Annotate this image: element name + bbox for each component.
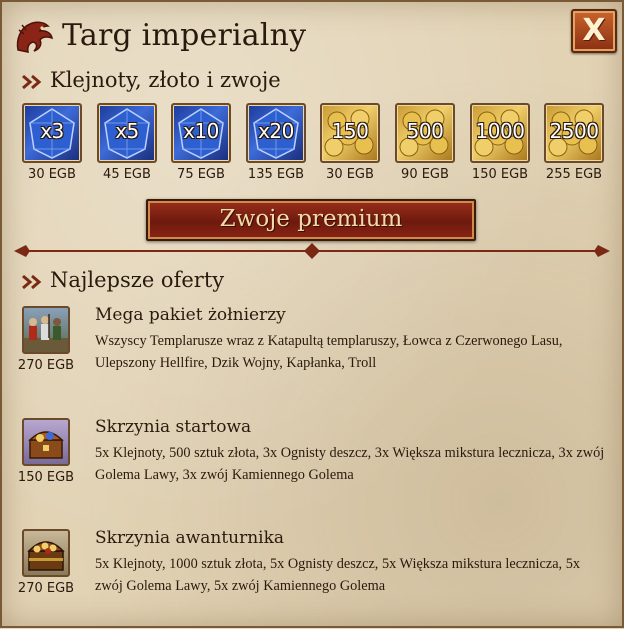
gold-coins-icon: 1000 (470, 103, 530, 163)
offer-title: Mega pakiet żołnierzy (95, 305, 286, 325)
item-quantity: x10 (183, 119, 219, 143)
gold-pack-item[interactable]: 150 30 EGB (320, 103, 380, 185)
gem-icon: x10 (171, 103, 231, 163)
item-quantity: x20 (258, 119, 294, 143)
item-price: 30 EGB (326, 167, 374, 182)
gold-pack-item[interactable]: 500 90 EGB (395, 103, 455, 185)
item-quantity: 1000 (475, 119, 525, 143)
offer-starter-chest[interactable]: 150 EGB Skrzynia startowa 5x Klejnoty, 5… (18, 417, 612, 518)
gem-icon: x5 (97, 103, 157, 163)
item-quantity: 2500 (549, 119, 599, 143)
item-price: 45 EGB (103, 167, 151, 182)
offer-title: Skrzynia startowa (95, 417, 252, 437)
offer-price: 270 EGB (17, 581, 75, 596)
treasure-chest-icon (22, 529, 70, 577)
offer-price: 150 EGB (17, 470, 75, 485)
offer-description: 5x Klejnoty, 500 sztuk złota, 3x Ognisty… (95, 445, 605, 483)
item-price: 135 EGB (247, 167, 305, 182)
gem-pack-item[interactable]: x5 45 EGB (97, 103, 157, 185)
offer-description: Wszyscy Templarusze wraz z Katapultą tem… (95, 333, 563, 371)
offer-description: 5x Klejnoty, 1000 sztuk złota, 5x Ognist… (95, 556, 580, 594)
gold-coins-icon: 500 (395, 103, 455, 163)
gold-coins-icon: 2500 (544, 103, 604, 163)
window-header: Targ imperialny (10, 12, 570, 60)
window-title: Targ imperialny (62, 18, 307, 53)
item-price: 150 EGB (471, 167, 529, 182)
double-chevron-icon (22, 274, 42, 290)
section-currency-label: Klejnoty, złoto i zwoje (50, 68, 281, 92)
item-quantity: x3 (40, 119, 64, 143)
gem-icon: x20 (246, 103, 306, 163)
offer-price: 270 EGB (17, 358, 75, 373)
chest-icon (22, 418, 70, 466)
ornament-divider (14, 243, 610, 259)
soldiers-icon (22, 306, 70, 354)
item-price: 75 EGB (177, 167, 225, 182)
item-quantity: x5 (115, 119, 139, 143)
gem-pack-item[interactable]: x10 75 EGB (171, 103, 231, 185)
dragon-emblem-icon (16, 21, 54, 53)
offer-adventurer-chest[interactable]: 270 EGB Skrzynia awanturnika 5x Klejnoty… (18, 528, 612, 629)
item-price: 255 EGB (545, 167, 603, 182)
item-quantity: 500 (406, 119, 444, 143)
item-price: 90 EGB (401, 167, 449, 182)
close-button[interactable]: X (571, 9, 617, 53)
item-price: 30 EGB (28, 167, 76, 182)
gold-pack-item[interactable]: 2500 255 EGB (544, 103, 604, 185)
double-chevron-icon (22, 74, 42, 90)
section-offers-label: Najlepsze oferty (50, 268, 225, 292)
close-icon: X (582, 13, 606, 48)
gold-coins-icon: 150 (320, 103, 380, 163)
premium-scrolls-button[interactable]: Zwoje premium (146, 199, 476, 241)
premium-scrolls-label: Zwoje premium (219, 206, 403, 232)
offer-title: Skrzynia awanturnika (95, 528, 285, 548)
gold-pack-item[interactable]: 1000 150 EGB (470, 103, 530, 185)
gem-icon: x3 (22, 103, 82, 163)
item-quantity: 150 (331, 119, 369, 143)
offer-mega-soldier-pack[interactable]: 270 EGB Mega pakiet żołnierzy Wszyscy Te… (18, 305, 612, 406)
gem-pack-item[interactable]: x20 135 EGB (246, 103, 306, 185)
gem-pack-item[interactable]: x3 30 EGB (22, 103, 82, 185)
